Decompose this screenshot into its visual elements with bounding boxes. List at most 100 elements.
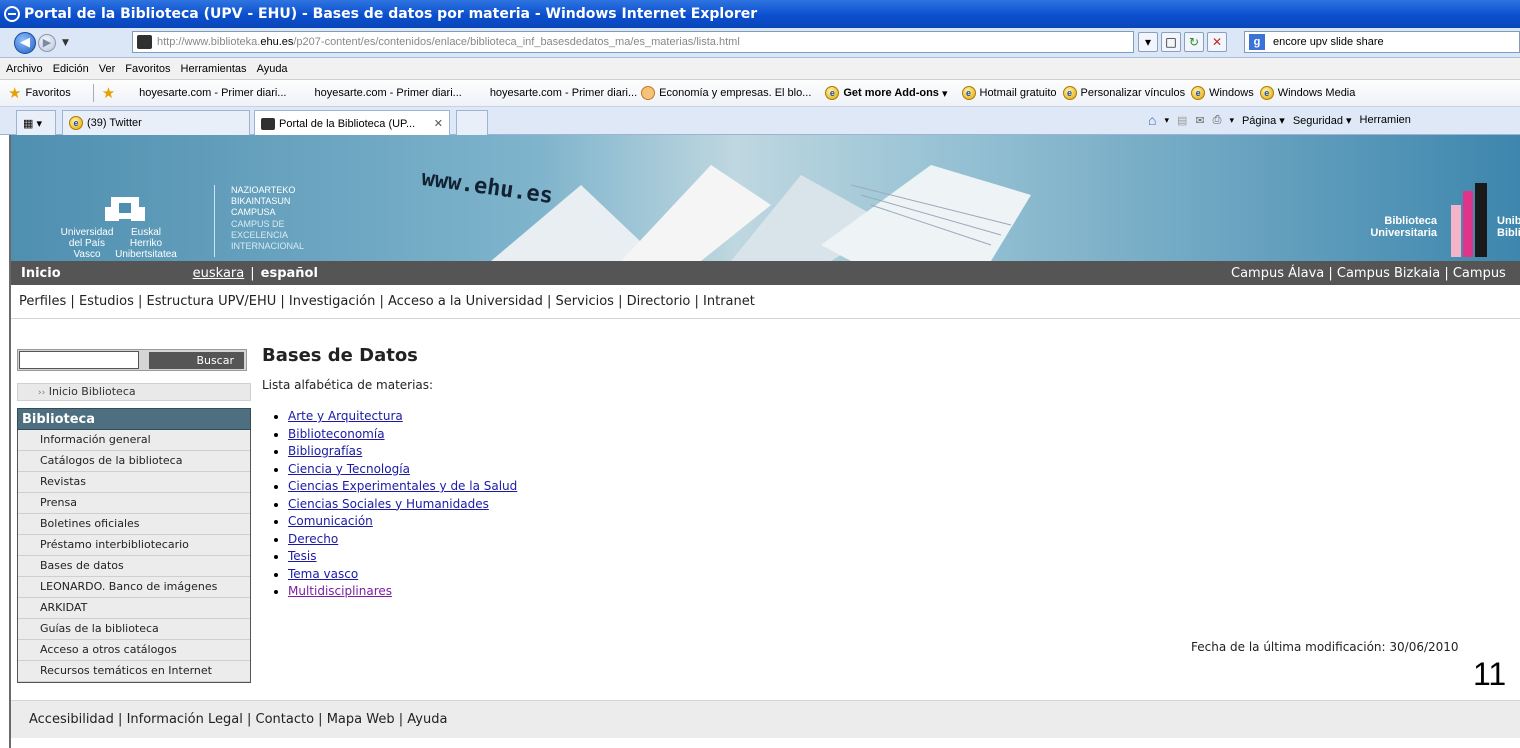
sidebar-item[interactable]: Información general: [18, 430, 250, 451]
subject-link[interactable]: Ciencia y Tecnología: [288, 462, 410, 476]
sidebar-item[interactable]: Boletines oficiales: [18, 514, 250, 535]
ie-page-icon: e: [1062, 86, 1077, 100]
subject-link[interactable]: Multidisciplinares: [288, 584, 392, 598]
footer-contacto[interactable]: Contacto: [256, 712, 315, 727]
link-estudios[interactable]: Estudios: [79, 294, 134, 309]
menu-ayuda[interactable]: Ayuda: [257, 63, 288, 75]
link-investigacion[interactable]: Investigación: [289, 294, 375, 309]
fav-link[interactable]: e Windows: [1191, 86, 1254, 100]
tab-biblioteca[interactable]: Portal de la Biblioteca (UP... ✕: [254, 110, 450, 136]
history-dropdown-icon[interactable]: ▼: [62, 38, 69, 48]
fav-link[interactable]: hoyesarte.com - Primer diari...: [139, 87, 286, 99]
banner-papers-image: [491, 165, 1031, 261]
tab-bar: ▦ ▾ e (39) Twitter Portal de la Bibliotec…: [0, 107, 1520, 136]
feeds-icon[interactable]: ▤: [1177, 114, 1187, 127]
page-title: Bases de Datos: [262, 345, 418, 366]
new-tab-button[interactable]: [456, 110, 488, 135]
search-input[interactable]: g encore upv slide share: [1244, 31, 1520, 53]
sidebar-item[interactable]: Guías de la biblioteca: [18, 619, 250, 640]
security-menu[interactable]: Seguridad ▾: [1293, 114, 1352, 127]
menu-herramientas[interactable]: Herramientas: [181, 63, 247, 75]
tools-menu[interactable]: Herramien: [1360, 114, 1411, 126]
sidebar-item[interactable]: Catálogos de la biblioteca: [18, 451, 250, 472]
fav-link[interactable]: e Hotmail gratuito: [961, 86, 1057, 100]
address-dropdown-icon[interactable]: ▾: [1138, 32, 1158, 52]
menu-archivo[interactable]: Archivo: [6, 63, 43, 75]
print-icon[interactable]: ⎙: [1213, 114, 1222, 127]
google-icon: g: [1249, 34, 1265, 50]
menu-favoritos[interactable]: Favoritos: [125, 63, 170, 75]
campus-link[interactable]: Campus: [1453, 266, 1506, 281]
subject-link[interactable]: Biblioteconomía: [288, 427, 385, 441]
link-directorio[interactable]: Directorio: [627, 294, 691, 309]
search-button[interactable]: Buscar: [149, 352, 244, 369]
add-favorite-icon[interactable]: ★: [102, 84, 115, 102]
home-icon[interactable]: ⌂: [1148, 112, 1156, 128]
favorites-button[interactable]: Favoritos: [25, 87, 70, 99]
footer-informacion-legal[interactable]: Información Legal: [127, 712, 243, 727]
footer-accesibilidad[interactable]: Accesibilidad: [29, 712, 114, 727]
search-input-value: encore upv slide share: [1273, 36, 1384, 48]
subject-list: Arte y Arquitectura Biblioteconomía Bibl…: [262, 408, 517, 601]
compatibility-view-icon[interactable]: □: [1161, 32, 1181, 52]
last-modified: Fecha de la última modificación: 30/06/2…: [1191, 640, 1459, 654]
sidebar-item[interactable]: Acceso a otros catálogos: [18, 640, 250, 661]
campus-bizkaia-link[interactable]: Campus Bizkaia: [1337, 266, 1440, 281]
sidebar-item[interactable]: ARKIDAT: [18, 598, 250, 619]
close-tab-icon[interactable]: ✕: [434, 117, 443, 130]
inicio-link[interactable]: Inicio: [21, 266, 61, 281]
url-path: /p207-content/es/contenidos/enlace/bibli…: [293, 36, 740, 48]
link-servicios[interactable]: Servicios: [556, 294, 614, 309]
footer-mapa-web[interactable]: Mapa Web: [327, 712, 395, 727]
fav-link[interactable]: hoyesarte.com - Primer diari...: [314, 87, 461, 99]
refresh-icon[interactable]: ↻: [1184, 32, 1204, 52]
list-item: Tesis: [288, 548, 517, 566]
fav-link[interactable]: e Get more Add-ons ▾: [825, 86, 948, 100]
tab-twitter[interactable]: e (39) Twitter: [62, 110, 250, 135]
menu-ver[interactable]: Ver: [99, 63, 116, 75]
subject-link[interactable]: Arte y Arquitectura: [288, 409, 403, 423]
subject-link[interactable]: Ciencias Sociales y Humanidades: [288, 497, 489, 511]
footer-ayuda[interactable]: Ayuda: [407, 712, 447, 727]
sidebar-home-link[interactable]: ›› Inicio Biblioteca: [17, 383, 251, 401]
subject-link[interactable]: Bibliografías: [288, 444, 362, 458]
page-menu[interactable]: Página ▾: [1242, 114, 1285, 127]
campus-links: Campus Álava | Campus Bizkaia | Campus: [1231, 265, 1506, 281]
blog-icon: [641, 86, 656, 100]
fav-link[interactable]: e Personalizar vínculos: [1062, 86, 1185, 100]
subject-link[interactable]: Ciencias Experimentales y de la Salud: [288, 479, 517, 493]
sidebar-item[interactable]: Bases de datos: [18, 556, 250, 577]
window-titlebar: Portal de la Biblioteca (UPV - EHU) - Ba…: [0, 0, 1520, 28]
subject-link[interactable]: Tesis: [288, 549, 317, 563]
fav-link[interactable]: hoyesarte.com - Primer diari...: [490, 87, 637, 99]
subject-link[interactable]: Tema vasco: [288, 567, 358, 581]
campus-alava-link[interactable]: Campus Álava: [1231, 266, 1324, 281]
fav-link[interactable]: e Windows Media: [1259, 86, 1355, 100]
address-input[interactable]: http://www.biblioteka. ehu.es/p207-conten…: [132, 31, 1134, 53]
mail-icon[interactable]: ✉: [1195, 114, 1204, 127]
link-intranet[interactable]: Intranet: [703, 294, 755, 309]
sidebar-item[interactable]: Recursos temáticos en Internet: [18, 661, 250, 682]
window-title: Portal de la Biblioteca (UPV - EHU) - Ba…: [24, 6, 758, 22]
menu-edicion[interactable]: Edición: [53, 63, 89, 75]
sidebar-item[interactable]: Préstamo interbibliotecario: [18, 535, 250, 556]
list-item: Multidisciplinares: [288, 583, 517, 601]
language-euskara[interactable]: euskara: [193, 266, 245, 281]
sidebar-item[interactable]: Revistas: [18, 472, 250, 493]
link-perfiles[interactable]: Perfiles: [19, 294, 66, 309]
link-acceso[interactable]: Acceso a la Universidad: [388, 294, 543, 309]
stop-icon[interactable]: ✕: [1207, 32, 1227, 52]
list-item: Ciencias Experimentales y de la Salud: [288, 478, 517, 496]
subject-link[interactable]: Comunicación: [288, 514, 373, 528]
language-espanol[interactable]: español: [261, 266, 318, 281]
sidebar-item[interactable]: LEONARDO. Banco de imágenes: [18, 577, 250, 598]
ie-page-icon: e: [961, 86, 976, 100]
site-search-input[interactable]: [19, 351, 139, 369]
subject-link[interactable]: Derecho: [288, 532, 338, 546]
fav-link[interactable]: Economía y empresas. El blo...: [641, 86, 811, 100]
sidebar-item[interactable]: Prensa: [18, 493, 250, 514]
back-arrow-icon[interactable]: ◀: [14, 31, 36, 54]
link-estructura[interactable]: Estructura UPV/EHU: [147, 294, 277, 309]
quick-tabs-button[interactable]: ▦ ▾: [16, 110, 56, 135]
forward-arrow-icon[interactable]: ▶: [38, 33, 56, 52]
